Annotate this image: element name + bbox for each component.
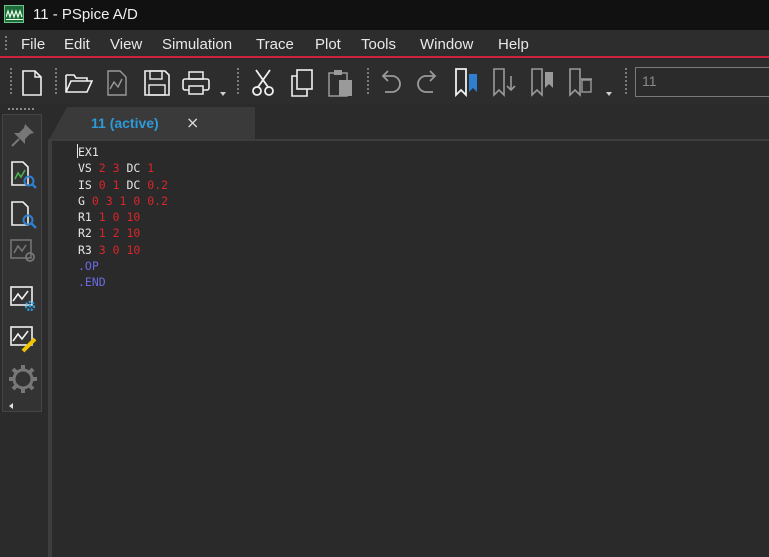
edit-trace-icon[interactable] (7, 323, 39, 355)
redo-icon[interactable] (411, 66, 445, 100)
print-dropdown-icon[interactable] (220, 92, 226, 96)
editor-gutter (52, 141, 76, 557)
menu-window[interactable]: Window (420, 36, 473, 53)
code-token: .END (78, 275, 106, 290)
pin-icon[interactable] (7, 119, 39, 151)
menu-view[interactable]: View (110, 36, 142, 53)
code-token: EX1 (78, 145, 99, 159)
toolbar-separator (367, 68, 369, 96)
code-token: .OP (78, 259, 99, 274)
copy-icon[interactable] (285, 66, 319, 100)
bookmark-next-icon[interactable] (487, 66, 521, 100)
cut-icon[interactable] (246, 66, 280, 100)
menu-simulation[interactable]: Simulation (162, 36, 232, 53)
code-token: 1 (147, 161, 155, 176)
code-token: VS (78, 161, 99, 176)
bookmark-toggle-icon[interactable] (449, 66, 483, 100)
code-token: R3 (78, 242, 99, 257)
menu-edit[interactable]: Edit (64, 36, 90, 53)
menu-plot[interactable]: Plot (315, 36, 341, 53)
code-token: DC (126, 177, 148, 192)
bookmark-clear-icon[interactable] (563, 66, 597, 100)
code-token: IS (78, 177, 99, 192)
toolbar-grip[interactable] (10, 68, 12, 96)
code-token: 3 0 10 (98, 242, 141, 257)
code-line[interactable]: VS 2 3 DC 1 (78, 160, 168, 176)
pspice-app-icon (4, 5, 24, 23)
code-line[interactable]: .OP (78, 258, 168, 274)
simulation-sidebar (2, 114, 42, 412)
document-tab-bar: 11 (active) × (45, 104, 769, 140)
bookmark-dropdown-icon[interactable] (606, 92, 612, 96)
paste-icon[interactable] (324, 66, 358, 100)
code-token: G (78, 193, 92, 208)
toolbar-separator (55, 68, 57, 96)
code-line[interactable]: EX1 (78, 144, 168, 160)
netlist-code[interactable]: EX1 VS 2 3 DC 1 IS 0 1 DC 0.2 G 0 3 1 0 0.2… (78, 144, 168, 291)
code-token: 0.2 (147, 177, 169, 192)
code-token: DC (126, 161, 148, 176)
run-icon[interactable] (7, 363, 39, 395)
tab-notch (49, 107, 67, 140)
menu-grip[interactable] (5, 36, 7, 52)
open-folder-icon[interactable] (62, 66, 96, 100)
menu-trace[interactable]: Trace (256, 36, 294, 53)
code-line[interactable]: R3 3 0 10 (78, 242, 168, 258)
code-token: 1 2 10 (98, 226, 141, 241)
code-token: 0 1 (98, 177, 127, 192)
code-token: 2 3 (98, 161, 127, 176)
undo-icon[interactable] (373, 66, 407, 100)
code-token: 1 0 10 (98, 210, 141, 225)
code-line[interactable]: IS 0 1 DC 0.2 (78, 177, 168, 193)
menu-help[interactable]: Help (498, 36, 529, 53)
simulation-settings-icon[interactable] (7, 283, 39, 315)
code-line[interactable]: R2 1 2 10 (78, 225, 168, 241)
bookmark-prev-icon[interactable] (525, 66, 559, 100)
print-icon[interactable] (179, 66, 213, 100)
window-title: 11 - PSpice A/D (33, 6, 138, 23)
profile-combo-value: 11 (642, 73, 657, 89)
toolbar-separator (237, 68, 239, 96)
code-token: R1 (78, 210, 99, 225)
tab-close-icon[interactable]: × (186, 113, 199, 132)
code-line[interactable]: .END (78, 274, 168, 290)
title-bar: 11 - PSpice A/D (0, 0, 769, 30)
sidebar-grip[interactable] (8, 108, 34, 110)
menu-bar: File Edit View Simulation Trace Plot Too… (0, 30, 769, 58)
new-plot-icon[interactable] (101, 66, 135, 100)
code-line[interactable]: R1 1 0 10 (78, 209, 168, 225)
menu-file[interactable]: File (21, 36, 45, 53)
run-sim-settings-icon[interactable] (7, 159, 39, 191)
code-token: 0 3 1 0 0.2 (91, 193, 169, 208)
code-line[interactable]: G 0 3 1 0 0.2 (78, 193, 168, 209)
code-token: R2 (78, 226, 99, 241)
view-output-file-icon[interactable] (7, 235, 39, 267)
tab-label: 11 (active) (91, 115, 159, 131)
view-simulation-results-icon[interactable] (7, 199, 39, 231)
toolbar-separator (625, 68, 627, 96)
sidebar-expand-arrow-icon[interactable] (9, 403, 13, 409)
menu-tools[interactable]: Tools (361, 36, 396, 53)
netlist-editor[interactable]: EX1 VS 2 3 DC 1 IS 0 1 DC 0.2 G 0 3 1 0 0.2… (52, 141, 769, 557)
save-icon[interactable] (140, 66, 174, 100)
new-document-icon[interactable] (15, 66, 49, 100)
profile-combo[interactable]: 11 (635, 67, 769, 97)
tab-11-active[interactable]: 11 (active) × (49, 107, 255, 140)
